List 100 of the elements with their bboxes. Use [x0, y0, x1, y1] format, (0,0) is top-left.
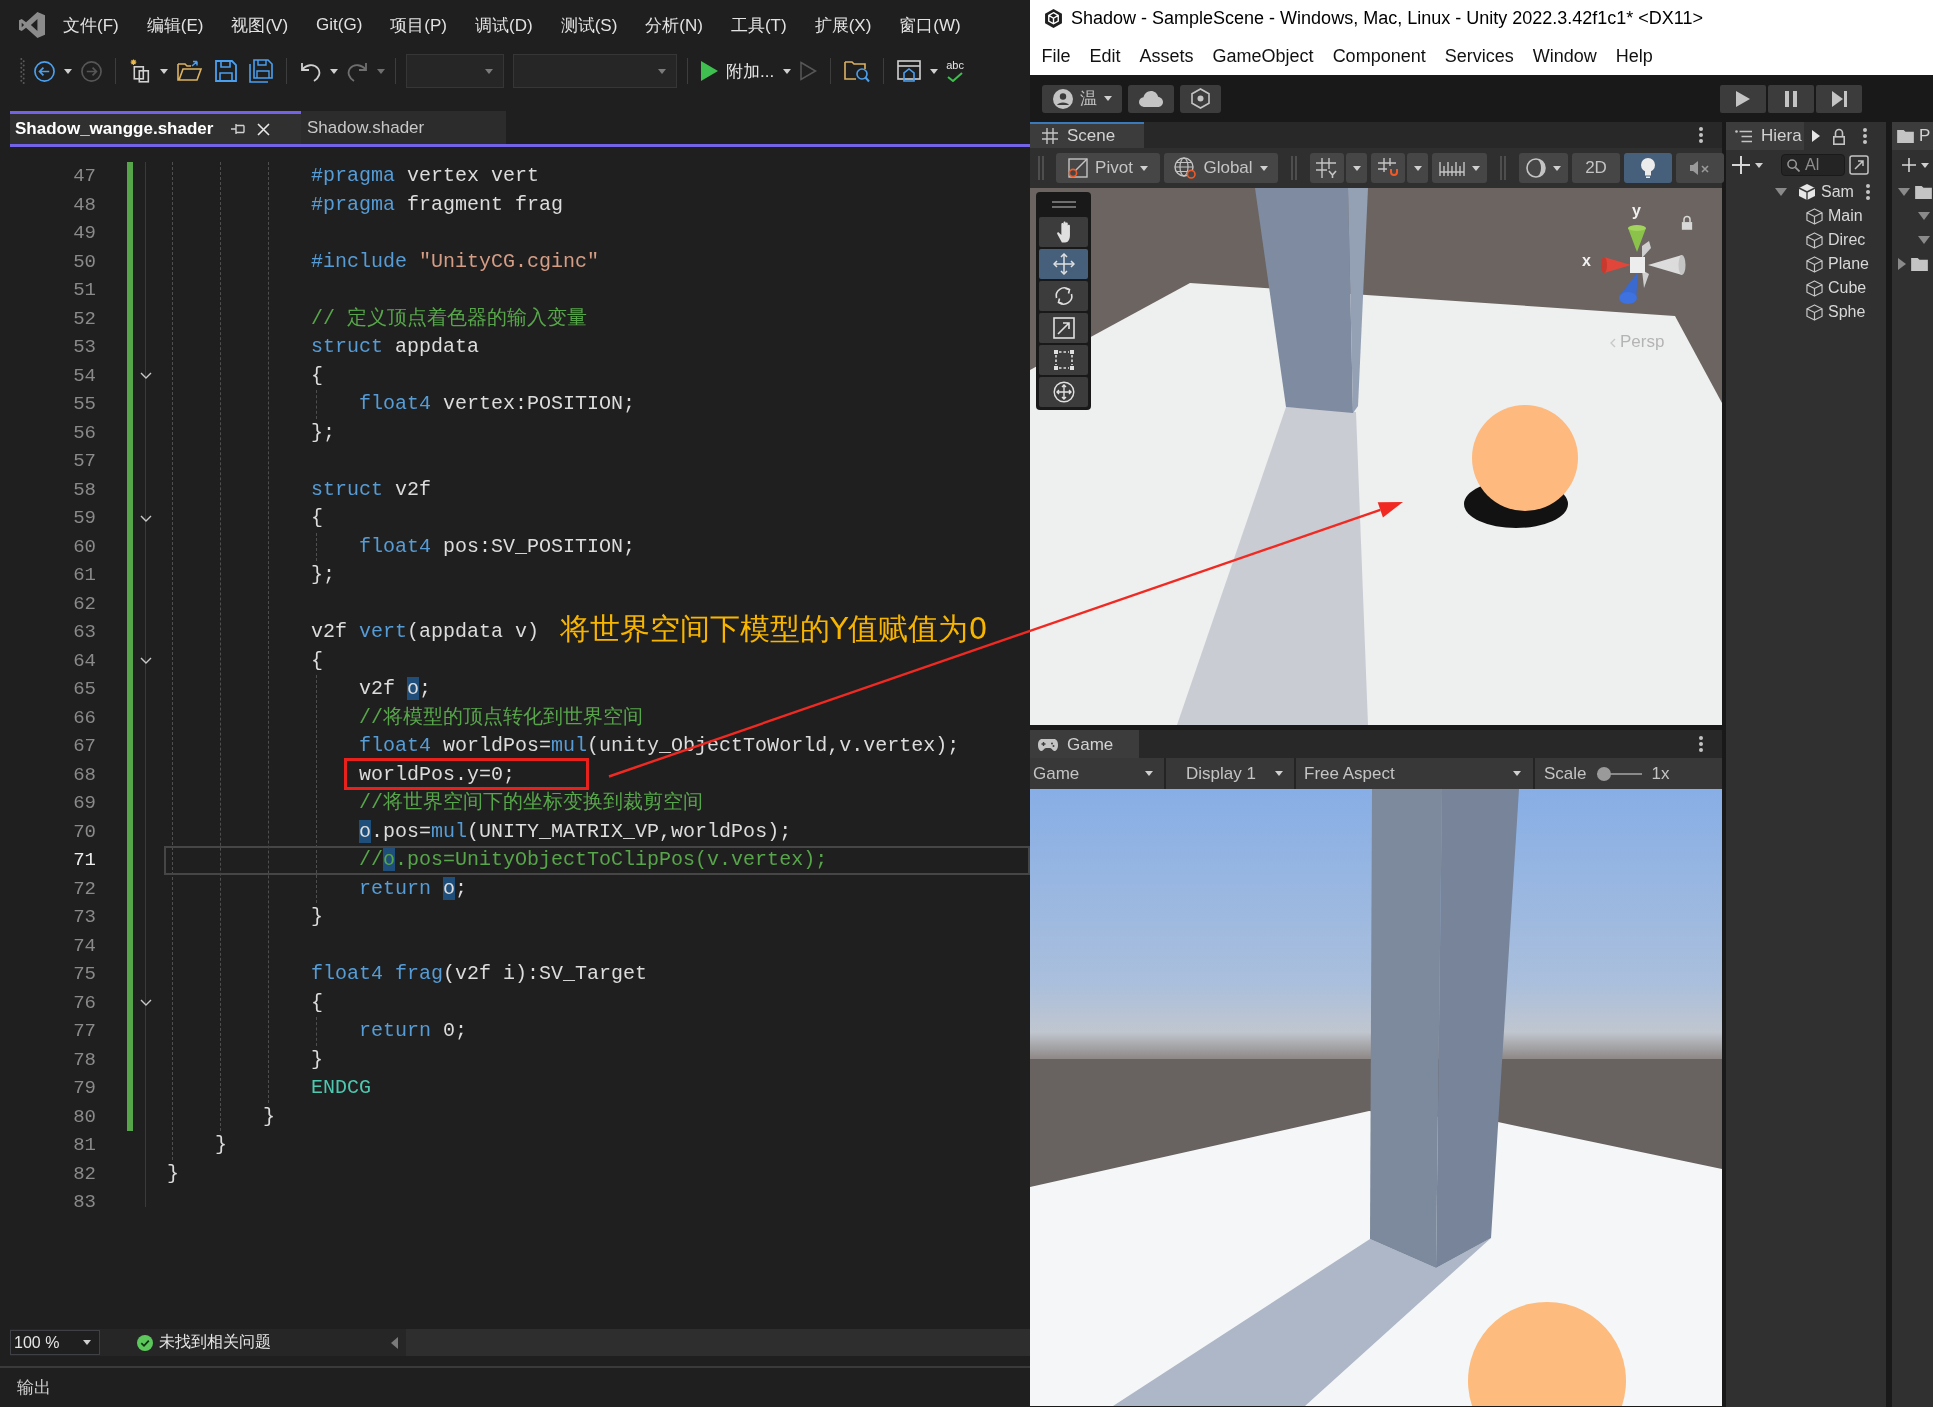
cloud-button[interactable]: [1128, 84, 1174, 113]
tree-item[interactable]: Plane: [1828, 255, 1869, 273]
snap-button[interactable]: [1371, 153, 1405, 183]
line-number: 79: [72, 1076, 97, 1101]
menu-item[interactable]: 视图(V): [217, 13, 303, 37]
menu-item[interactable]: 文件(F): [49, 13, 133, 37]
scroll-left-icon[interactable]: [391, 1336, 398, 1349]
search-field[interactable]: Al: [1781, 154, 1845, 176]
menu-item[interactable]: 调试(D): [461, 13, 547, 37]
chevron-down-icon[interactable]: [140, 657, 152, 665]
move-tool-button[interactable]: [1039, 249, 1088, 279]
start-button[interactable]: 附加...: [698, 57, 778, 85]
chevron-down-icon[interactable]: [140, 514, 152, 522]
line-number: 49: [72, 221, 97, 246]
menu-item[interactable]: 分析(N): [631, 13, 717, 37]
space-dropdown[interactable]: Global: [1164, 153, 1278, 183]
menu-item[interactable]: 工具(T): [716, 13, 801, 37]
back-button[interactable]: [31, 58, 58, 84]
rect-tool-button[interactable]: [1039, 345, 1088, 375]
add-button[interactable]: [1732, 156, 1763, 174]
grip-icon: [20, 58, 25, 84]
more-icon[interactable]: [1863, 128, 1867, 144]
menu-item[interactable]: 项目(P): [376, 13, 461, 37]
increment-snap-button[interactable]: [1432, 153, 1487, 183]
tree-item[interactable]: Sam: [1821, 183, 1854, 201]
step-button[interactable]: [1816, 84, 1862, 113]
services-button[interactable]: [1180, 84, 1221, 113]
triangle-down-icon[interactable]: [1898, 188, 1910, 196]
slider-thumb[interactable]: [1596, 766, 1611, 781]
menu-item[interactable]: 编辑(E): [132, 13, 218, 37]
file-tab[interactable]: Shadow_wangge.shader: [10, 111, 301, 144]
project-tab[interactable]: P: [1892, 122, 1933, 150]
menu-item[interactable]: Component: [1323, 45, 1436, 67]
caret-icon[interactable]: [160, 68, 168, 74]
chevron-down-icon[interactable]: [140, 999, 152, 1007]
window-icon: [897, 60, 922, 82]
shading-mode-button[interactable]: [1519, 153, 1568, 183]
spellcheck-button[interactable]: abc: [944, 60, 966, 82]
horizontal-scrollbar[interactable]: [406, 1329, 1030, 1356]
line-number: 58: [72, 477, 97, 503]
menu-item[interactable]: Window: [1523, 45, 1607, 67]
lock-icon[interactable]: [1681, 215, 1693, 230]
zoom-dropdown[interactable]: 100 %: [10, 1330, 100, 1355]
hierarchy-tab[interactable]: Hiera: [1726, 122, 1804, 150]
menu-item[interactable]: 测试(S): [546, 13, 632, 37]
snap-menu-button[interactable]: [1407, 153, 1428, 183]
caret-icon[interactable]: [783, 68, 792, 74]
game-tab[interactable]: Game: [1030, 730, 1139, 758]
caret-icon: [1921, 162, 1929, 168]
transform-tool-button[interactable]: [1039, 377, 1088, 407]
pillar[interactable]: [1255, 188, 1368, 413]
save-all-button[interactable]: [246, 57, 276, 85]
grip-icon[interactable]: [1051, 201, 1076, 208]
more-icon[interactable]: [1866, 184, 1870, 200]
triangle-down-icon[interactable]: [1775, 188, 1787, 196]
tree-item[interactable]: Main: [1828, 207, 1863, 225]
account-button[interactable]: 温: [1042, 84, 1122, 113]
cube-icon: [1806, 279, 1823, 297]
scale-tool-button[interactable]: [1039, 313, 1088, 343]
orientation-gizmo-drawing[interactable]: [1600, 224, 1686, 305]
triangle-down-icon[interactable]: [1918, 212, 1930, 220]
caret-icon[interactable]: [930, 68, 939, 74]
more-icon[interactable]: [1699, 127, 1703, 143]
sphere[interactable]: [1472, 405, 1578, 511]
menu-item[interactable]: File: [1032, 45, 1080, 67]
menu-item[interactable]: Git(G): [302, 15, 377, 35]
triangle-down-icon[interactable]: [1918, 236, 1930, 244]
close-icon[interactable]: [257, 122, 271, 136]
mode-2d-button[interactable]: 2D: [1572, 153, 1620, 183]
grid-snap-menu-button[interactable]: [1346, 153, 1367, 183]
add-button[interactable]: [1902, 158, 1929, 172]
scene-tab[interactable]: Scene: [1030, 122, 1144, 148]
chevron-down-icon[interactable]: [140, 372, 152, 380]
pivot-dropdown[interactable]: Pivot: [1056, 153, 1160, 183]
tree-item[interactable]: Direc: [1828, 231, 1866, 249]
rotate-tool-button[interactable]: [1039, 281, 1088, 311]
menu-item[interactable]: Services: [1435, 45, 1524, 67]
pin-icon[interactable]: [231, 123, 246, 135]
play-button[interactable]: [1720, 84, 1766, 113]
caret-icon[interactable]: [330, 68, 338, 74]
triangle-right-icon[interactable]: [1812, 130, 1820, 142]
grid-snap-button[interactable]: [1310, 153, 1344, 183]
tree-item[interactable]: Sphe: [1828, 303, 1866, 321]
file-tab[interactable]: Shadow.shader: [301, 111, 506, 144]
menu-item[interactable]: Assets: [1130, 45, 1204, 67]
menu-item[interactable]: GameObject: [1203, 45, 1324, 67]
more-icon[interactable]: [1699, 736, 1703, 752]
menu-item[interactable]: 扩展(X): [800, 13, 886, 37]
save-button[interactable]: [212, 58, 240, 84]
pause-button[interactable]: [1768, 84, 1814, 113]
tree-item[interactable]: Cube: [1828, 279, 1867, 297]
menu-item[interactable]: 窗口(W): [885, 13, 975, 37]
lock-icon[interactable]: [1832, 127, 1846, 145]
audio-button[interactable]: [1676, 153, 1724, 183]
menu-item[interactable]: Help: [1606, 45, 1663, 67]
caret-icon[interactable]: [64, 68, 72, 74]
menu-item[interactable]: Edit: [1080, 45, 1131, 67]
lighting-button[interactable]: [1624, 153, 1672, 183]
logo-icon[interactable]: [19, 12, 45, 38]
hand-tool-button[interactable]: [1039, 217, 1088, 247]
